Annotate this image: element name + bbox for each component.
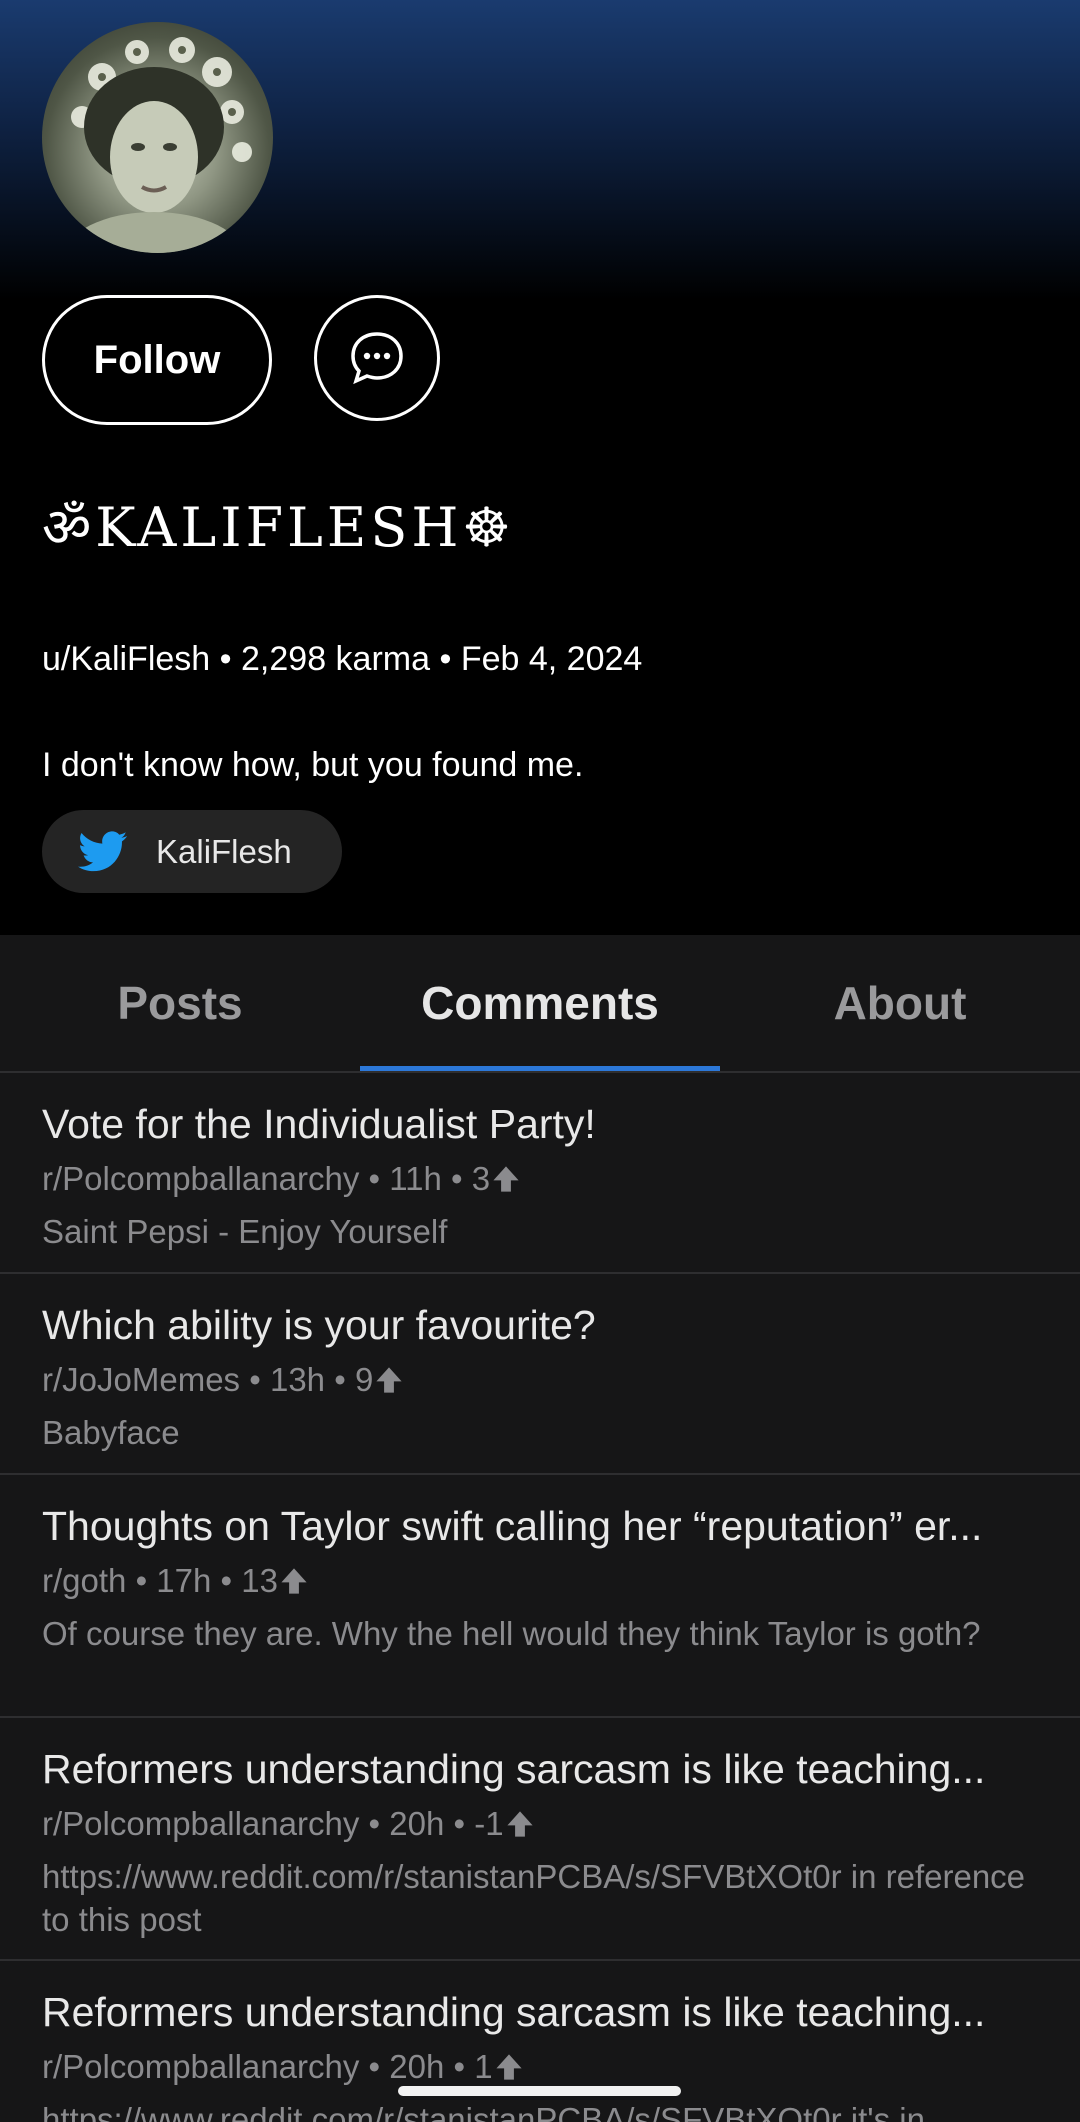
- profile-meta: u/KaliFlesh • 2,298 karma • Feb 4, 2024: [42, 640, 642, 679]
- comment-meta: r/Polcompballanarchy • 20h • 1: [42, 2048, 523, 2086]
- username: u/KaliFlesh: [42, 640, 211, 678]
- join-date: Feb 4, 2024: [460, 640, 643, 678]
- bio: I don't know how, but you found me.: [42, 746, 584, 784]
- separator: •: [220, 1562, 233, 1599]
- display-name: ॐKALIFLESH☸: [42, 496, 515, 559]
- upvote-arrow-icon: [281, 1568, 307, 1594]
- subreddit-link[interactable]: r/Polcompballanarchy: [42, 2048, 359, 2086]
- comment-meta: r/Polcompballanarchy • 20h • -1: [42, 1805, 534, 1843]
- subreddit-link[interactable]: r/Polcompballanarchy: [42, 1805, 359, 1843]
- subreddit-link[interactable]: r/goth: [42, 1562, 126, 1600]
- separator: •: [334, 1361, 346, 1398]
- avatar-portrait-image: [64, 37, 252, 253]
- upvote-arrow-icon: [376, 1367, 402, 1393]
- comment-age: 20h: [389, 1805, 445, 1842]
- separator: •: [453, 1805, 466, 1842]
- twitter-icon: [78, 830, 128, 871]
- comment-body: Saint Pepsi - Enjoy Yourself: [42, 1213, 448, 1250]
- comment-score: 9: [354, 1361, 374, 1398]
- separator: •: [219, 640, 232, 678]
- comment-item[interactable]: Which ability is your favourite? r/JoJoM…: [0, 1274, 1080, 1475]
- comment-post-title: Reformers understanding sarcasm is like …: [42, 1989, 986, 2035]
- comment-post-title: Which ability is your favourite?: [42, 1302, 596, 1348]
- social-link-label: KaliFlesh: [156, 832, 292, 870]
- chat-bubble-icon: [351, 332, 403, 385]
- avatar[interactable]: [42, 22, 273, 253]
- comment-age: 11h: [389, 1160, 442, 1197]
- upvote-arrow-icon: [506, 1811, 533, 1837]
- comment-age: 17h: [156, 1562, 212, 1599]
- comment-body: https://www.reddit.com/r/stanistanPCBA/s…: [42, 2101, 925, 2122]
- separator: •: [439, 640, 452, 678]
- comment-post-title: Vote for the Individualist Party!: [42, 1101, 596, 1147]
- comment-item[interactable]: Vote for the Individualist Party! r/Polc…: [0, 1073, 1080, 1274]
- profile-tabs: Posts Comments About: [0, 935, 1080, 1073]
- karma: 2,298 karma: [241, 640, 431, 678]
- comment-score: 1: [474, 2048, 493, 2085]
- active-tab-indicator: [360, 1066, 720, 1071]
- social-link-twitter[interactable]: KaliFlesh: [42, 810, 342, 893]
- separator: •: [368, 1160, 381, 1197]
- separator: •: [368, 1805, 381, 1842]
- comment-age: 13h: [269, 1361, 326, 1398]
- home-indicator[interactable]: [398, 2086, 681, 2096]
- comment-meta: r/Polcompballanarchy • 11h • 3: [42, 1160, 520, 1198]
- comment-score: -1: [474, 1805, 504, 1842]
- comment-age: 20h: [389, 2048, 445, 2085]
- tab-comments[interactable]: Comments: [360, 935, 720, 1071]
- comments-list: Vote for the Individualist Party! r/Polc…: [0, 1073, 1080, 2122]
- comment-item[interactable]: Reformers understanding sarcasm is like …: [0, 1961, 1080, 2122]
- comment-score: 3: [471, 1160, 491, 1197]
- comment-meta: r/JoJoMemes • 13h • 9: [42, 1361, 403, 1399]
- subreddit-link[interactable]: r/JoJoMemes: [42, 1361, 240, 1399]
- chat-button[interactable]: [314, 295, 440, 421]
- separator: •: [453, 2048, 466, 2085]
- comment-body: Of course they are. Why the hell would t…: [42, 1615, 981, 1652]
- comment-item[interactable]: Reformers understanding sarcasm is like …: [0, 1718, 1080, 1961]
- profile-page: Follow ॐKALIFLESH☸ u/KaliFlesh • 2,298 k…: [0, 0, 1080, 2122]
- comment-body: Babyface: [42, 1414, 180, 1451]
- comment-post-title: Reformers understanding sarcasm is like …: [42, 1746, 986, 1792]
- tab-posts[interactable]: Posts: [0, 935, 360, 1071]
- separator: •: [368, 2048, 381, 2085]
- tab-about[interactable]: About: [720, 935, 1080, 1071]
- separator: •: [249, 1361, 261, 1398]
- comment-body: https://www.reddit.com/r/stanistanPCBA/s…: [42, 1858, 1026, 1938]
- follow-button[interactable]: Follow: [42, 295, 272, 425]
- comment-item[interactable]: Thoughts on Taylor swift calling her “re…: [0, 1475, 1080, 1718]
- comment-score: 13: [241, 1562, 278, 1599]
- upvote-arrow-icon: [493, 1166, 519, 1192]
- separator: •: [135, 1562, 148, 1599]
- subreddit-link[interactable]: r/Polcompballanarchy: [42, 1160, 359, 1198]
- comment-post-title: Thoughts on Taylor swift calling her “re…: [42, 1503, 983, 1549]
- separator: •: [451, 1160, 463, 1197]
- profile-header: Follow ॐKALIFLESH☸ u/KaliFlesh • 2,298 k…: [0, 0, 1080, 935]
- comment-meta: r/goth • 17h • 13: [42, 1562, 308, 1600]
- upvote-arrow-icon: [495, 2054, 522, 2080]
